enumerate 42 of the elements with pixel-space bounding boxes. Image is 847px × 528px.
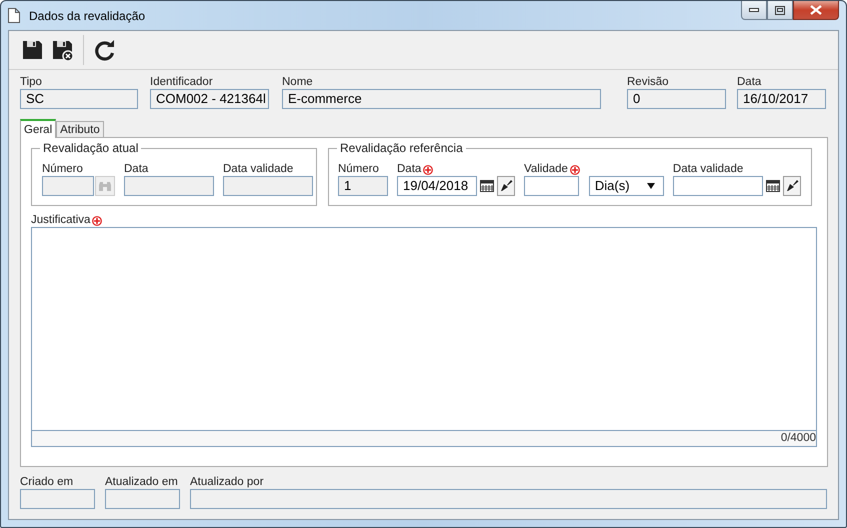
field-label: Atualizado em	[105, 476, 179, 489]
field-label: Justificativa	[31, 214, 90, 227]
minimize-icon	[749, 8, 759, 12]
field-label: Data	[397, 163, 422, 176]
close-icon	[810, 5, 822, 15]
field-label: Data validade	[672, 163, 744, 176]
field-label: Criado em	[20, 476, 74, 489]
field-label: Data	[124, 163, 148, 176]
field-label: Nome	[282, 76, 314, 89]
group-title: Revalidação referência	[337, 142, 466, 155]
dropdown-arrow-icon	[646, 183, 655, 189]
tab[interactable]: Atributo	[56, 121, 104, 137]
brush-icon[interactable]	[782, 176, 801, 196]
refresh-icon	[94, 39, 116, 61]
text-field[interactable]: 19/04/2018	[397, 176, 477, 196]
field-label: Data	[737, 76, 762, 89]
required-icon	[570, 164, 580, 174]
field-label: Validade	[524, 163, 568, 176]
group-title: Revalidação atual	[40, 142, 142, 155]
field-label: Revisão	[627, 76, 670, 89]
text-area[interactable]: 0/4000	[31, 227, 817, 447]
maximize-icon	[775, 6, 785, 14]
required-icon	[423, 164, 434, 174]
field-label: Identificador	[150, 76, 214, 89]
field-label: Número	[338, 163, 379, 176]
text-field[interactable]	[672, 176, 763, 196]
minimize-button[interactable]	[741, 1, 767, 20]
tab[interactable]: Geral	[20, 119, 56, 138]
floppy-disk-with-x-icon	[51, 39, 73, 61]
window-title: Dados da revalidação	[29, 8, 146, 22]
field-label: Tipo	[20, 76, 43, 89]
field-label: Número	[42, 163, 83, 176]
character-counter: 0/4000	[780, 431, 816, 446]
text-field[interactable]	[524, 176, 579, 196]
close-button[interactable]	[793, 1, 839, 20]
dropdown[interactable]: Dia(s)	[588, 176, 664, 196]
maximize-button[interactable]	[767, 1, 793, 20]
field-label: Data validade	[223, 163, 294, 176]
document-icon	[8, 8, 20, 23]
required-icon	[92, 216, 102, 226]
brush-icon[interactable]	[497, 176, 515, 196]
field-label: Atualizado por	[190, 476, 265, 489]
